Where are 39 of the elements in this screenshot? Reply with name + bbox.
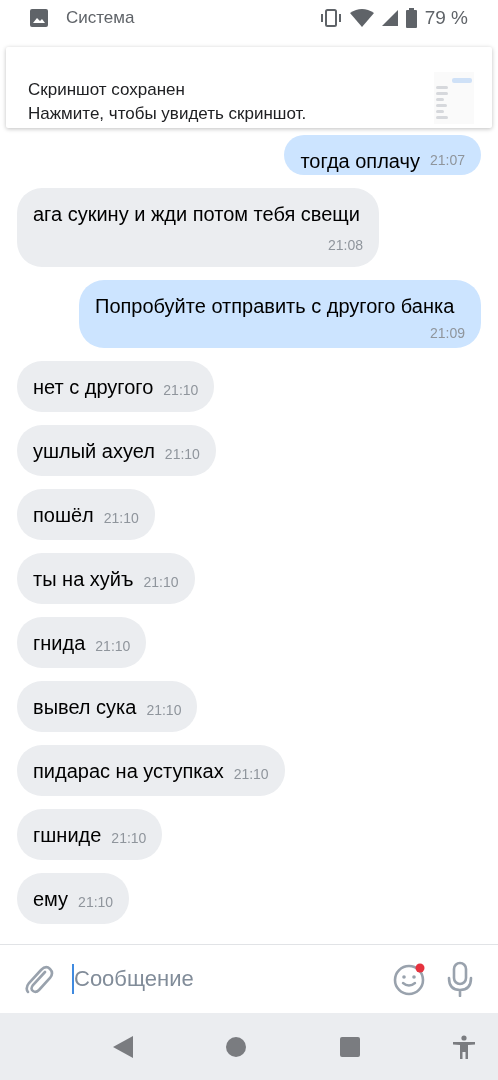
notification-source: Система	[66, 7, 135, 28]
notification-text: Нажмите, чтобы увидеть скриншот.	[28, 103, 308, 125]
microphone-icon[interactable]	[446, 961, 474, 997]
wifi-icon	[349, 8, 374, 27]
recents-icon[interactable]	[339, 1036, 360, 1057]
vibrate-icon	[319, 8, 342, 27]
message-time: 21:09	[429, 324, 465, 343]
accessibility-icon[interactable]	[453, 1034, 475, 1059]
message-text: тогда оплачу	[300, 150, 420, 172]
home-icon[interactable]	[226, 1036, 247, 1057]
message-time: 21:10	[164, 445, 200, 464]
message-time: 21:10	[111, 829, 147, 848]
battery-icon	[405, 7, 417, 28]
message-text: ушлый ахуел	[33, 440, 155, 462]
message-text: ты на хуйъ	[33, 568, 134, 590]
notification-title: Скриншот сохранен	[28, 79, 186, 101]
message-text: ему	[33, 888, 69, 910]
message-time: 21:08	[327, 236, 363, 255]
signal-icon	[381, 9, 398, 26]
gallery-icon	[30, 8, 48, 27]
message-text: нет с другого	[33, 376, 154, 398]
message-text: пидарас на уступках	[33, 760, 224, 782]
message-time: 21:10	[103, 509, 139, 528]
message-text: пошёл	[33, 504, 94, 526]
battery-percent: 79 %	[424, 6, 468, 29]
message-text: гшниде	[33, 824, 102, 846]
message-time: 21:10	[143, 573, 179, 592]
message-text: гнида	[33, 632, 86, 654]
message-time: 21:10	[233, 765, 269, 784]
message-time: 21:10	[95, 637, 131, 656]
message-text: Попробуйте отправить с другого банка	[95, 295, 455, 317]
message-text: вывел сука	[33, 696, 137, 718]
message-time: 21:10	[146, 701, 182, 720]
back-icon[interactable]	[113, 1035, 133, 1058]
message-time: 21:07	[429, 151, 465, 170]
message-time: 21:10	[78, 893, 114, 912]
message-text: ага сукину и жди потом тебя свещи	[33, 203, 360, 225]
message-time: 21:10	[163, 381, 199, 400]
notification-card[interactable]: Скриншот сохранен Нажмите, чтобы увидеть скриншот.	[6, 47, 492, 128]
